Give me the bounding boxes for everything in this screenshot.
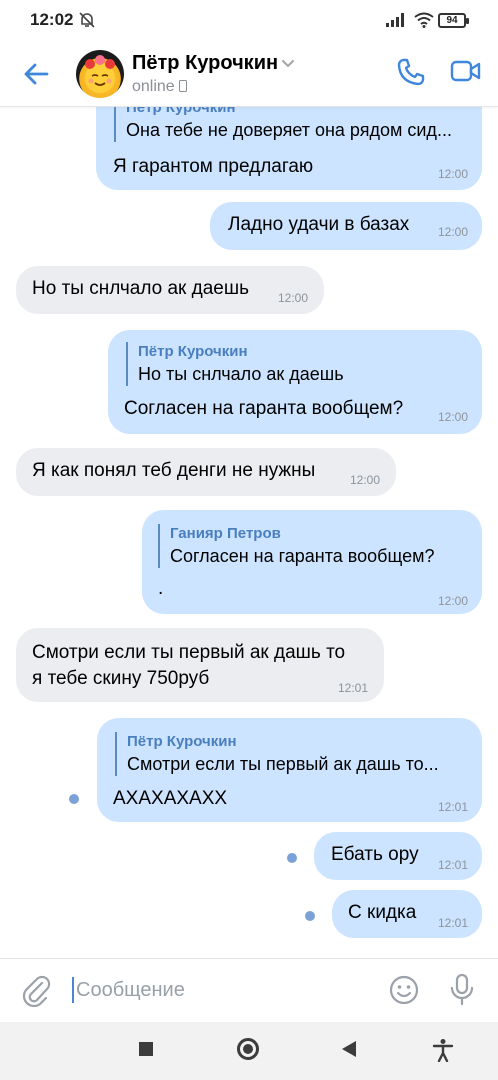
message-time: 12:00	[437, 410, 468, 424]
avatar[interactable]	[76, 50, 124, 98]
reply-text: Но ты снлчало ак даешь	[138, 364, 344, 384]
recents-button[interactable]	[139, 1042, 153, 1056]
message-time: 12:00	[437, 594, 468, 608]
message-text: Согласен на гаранта вообщем?	[124, 398, 404, 419]
message-bubble-outgoing[interactable]: Пётр Курочкин Но ты снлчало ак даешь Сог…	[108, 330, 482, 434]
message-bubble-outgoing[interactable]: Пётр Курочкин Смотри если ты первый ак д…	[97, 718, 482, 822]
message-bubble-outgoing[interactable]: Пётр Курочкин Она тебе не доверяет она р…	[96, 106, 482, 190]
paperclip-icon[interactable]	[22, 975, 52, 1007]
contact-status: online	[132, 78, 188, 96]
message-time: 12:00	[349, 473, 380, 487]
message-text: Ебать ору	[331, 844, 419, 865]
message-composer: Сообщение	[0, 958, 498, 1023]
message-time: 12:01	[337, 681, 368, 695]
message-time: 12:01	[437, 916, 468, 930]
reply-author: Ганияр Петров	[170, 525, 281, 542]
video-camera-icon[interactable]	[450, 58, 482, 84]
message-bubble-outgoing[interactable]: С кидка 12:01	[332, 890, 482, 938]
smiley-icon[interactable]	[388, 974, 420, 1006]
message-text-line: Смотри если ты первый ак дашь то	[32, 642, 346, 663]
unread-indicator	[287, 853, 297, 863]
message-text: С кидка	[348, 902, 417, 923]
accessibility-icon[interactable]	[432, 1038, 454, 1062]
message-time: 12:01	[437, 800, 468, 814]
text-cursor	[72, 977, 74, 1003]
status-bar: 12:02 94	[0, 0, 498, 44]
message-input[interactable]: Сообщение	[76, 979, 185, 1002]
message-time: 12:00	[437, 167, 468, 181]
reply-author: Пётр Курочкин	[127, 733, 237, 750]
back-button[interactable]	[342, 1041, 356, 1057]
message-bubble-outgoing[interactable]: Ладно удачи в базах 12:00	[210, 202, 482, 250]
mobile-device-icon	[179, 80, 188, 92]
bell-muted-icon	[79, 12, 95, 28]
phone-icon[interactable]	[396, 57, 426, 87]
reply-quote[interactable]: Пётр Курочкин Она тебе не доверяет она р…	[114, 106, 452, 142]
reply-text: Она тебе не доверяет она рядом сид...	[126, 120, 452, 140]
message-text: Но ты снлчало ак даешь	[32, 278, 249, 299]
contact-name[interactable]: Пётр Курочкин	[132, 52, 278, 75]
home-button[interactable]	[237, 1038, 259, 1060]
message-text: .	[158, 578, 164, 599]
smiling-face-avatar-icon	[85, 55, 115, 93]
message-time: 12:01	[437, 858, 468, 872]
message-bubble-outgoing[interactable]: Ганияр Петров Согласен на гаранта вообще…	[142, 510, 482, 614]
message-bubble-incoming[interactable]: Но ты снлчало ак даешь 12:00	[16, 266, 324, 314]
chevron-down-icon[interactable]	[280, 58, 296, 70]
chat-header: Пётр Курочкин online	[0, 44, 498, 107]
reply-quote[interactable]: Ганияр Петров Согласен на гаранта вообще…	[158, 524, 435, 568]
status-text: online	[132, 78, 175, 95]
unread-indicator	[305, 911, 315, 921]
battery-icon: 94	[438, 13, 469, 28]
message-bubble-incoming[interactable]: Я как понял теб денги не нужны 12:00	[16, 448, 396, 496]
message-bubble-outgoing[interactable]: Ебать ору 12:01	[314, 832, 482, 880]
message-text-line: я тебе скину 750руб	[32, 668, 210, 689]
message-text: Я гарантом предлагаю	[113, 156, 314, 177]
message-list[interactable]: Пётр Курочкин Она тебе не доверяет она р…	[0, 106, 498, 958]
unread-indicator	[69, 794, 79, 804]
wifi-icon	[414, 12, 434, 28]
reply-author: Пётр Курочкин	[126, 106, 236, 116]
reply-text: Смотри если ты первый ак дашь то...	[127, 754, 439, 774]
system-nav-bar	[0, 1022, 498, 1080]
reply-text: Согласен на гаранта вообщем?	[170, 546, 435, 566]
status-time: 12:02	[30, 10, 74, 29]
message-text: Ладно удачи в базах	[228, 214, 410, 235]
arrow-left-icon[interactable]	[22, 60, 50, 88]
message-text: АХАХАХАХХ	[113, 788, 228, 809]
message-bubble-incoming[interactable]: Смотри если ты первый ак дашь то я тебе …	[16, 628, 384, 702]
message-text: Я как понял теб денги не нужны	[32, 460, 316, 481]
reply-quote[interactable]: Пётр Курочкин Смотри если ты первый ак д…	[115, 732, 439, 776]
reply-quote[interactable]: Пётр Курочкин Но ты снлчало ак даешь	[126, 342, 344, 386]
message-time: 12:00	[437, 225, 468, 239]
signal-icon	[386, 13, 404, 27]
message-time: 12:00	[277, 291, 308, 305]
microphone-icon[interactable]	[448, 973, 476, 1007]
reply-author: Пётр Курочкин	[138, 343, 248, 360]
